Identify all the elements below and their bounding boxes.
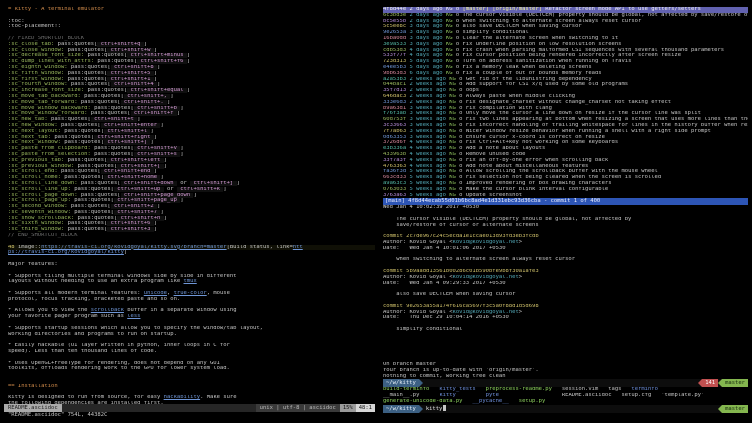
vim-statusline: README.asciidoc unix | utf-8 | asciidoc … <box>4 404 375 412</box>
tig-statusbar: [main] 4f8d44ecab55d01b6bc8ad4e1d331ebc9… <box>383 198 748 205</box>
statusline-percent: 15% <box>340 404 356 412</box>
command-text[interactable]: kitty <box>423 405 443 413</box>
shell-window[interactable]: On branch masterYour branch is up-to-dat… <box>383 362 748 419</box>
prompt-spacer <box>446 405 718 413</box>
ls-output: build-terminfo kitty_tests preprocess-re… <box>383 387 748 404</box>
commit-list[interactable]: 4f8d44e 2 days ago KG o [master] [origin… <box>383 7 748 198</box>
statusline-spacer <box>62 404 256 412</box>
shell-prompt-1[interactable]: ~/w/kitty 141 master <box>383 379 748 387</box>
prompt-cwd-segment: ~/w/kitty <box>383 379 419 387</box>
prompt-spacer <box>423 379 698 387</box>
git-status: On branch masterYour branch is up-to-dat… <box>383 362 748 379</box>
right-pane: 4f8d44e 2 days ago KG o [master] [origin… <box>380 4 748 419</box>
shell-prompt-2[interactable]: ~/w/kitty kitty master <box>383 405 748 413</box>
prompt-cwd-segment: ~/w/kitty <box>383 405 419 413</box>
vim-window[interactable]: = kitty - A terminal emulator:toc::toc-p… <box>4 4 375 419</box>
statusline-filename: README.asciidoc <box>4 404 62 412</box>
git-branch-badge: master <box>722 405 748 413</box>
tig-window[interactable]: 4f8d44e 2 days ago KG o [master] [origin… <box>383 7 748 359</box>
git-branch-badge: master <box>722 379 748 387</box>
statusline-position: 48:1 <box>356 404 375 412</box>
exit-code-badge: 141 <box>702 379 718 387</box>
statusline-fileinfo: unix | utf-8 | asciidoc <box>256 404 340 412</box>
vim-buffer[interactable]: = kitty - A terminal emulator:toc::toc-p… <box>8 7 375 407</box>
log-view[interactable]: Wed Jan 4 10:02:39 2017 +0530 The cursor… <box>383 205 748 333</box>
log-line: simplify conditional <box>383 327 748 333</box>
kitty-terminal: = kitty - A terminal emulator:toc::toc-p… <box>0 0 752 423</box>
vim-cmdline: "README.asciidoc" 754L, 44382C <box>8 412 375 419</box>
